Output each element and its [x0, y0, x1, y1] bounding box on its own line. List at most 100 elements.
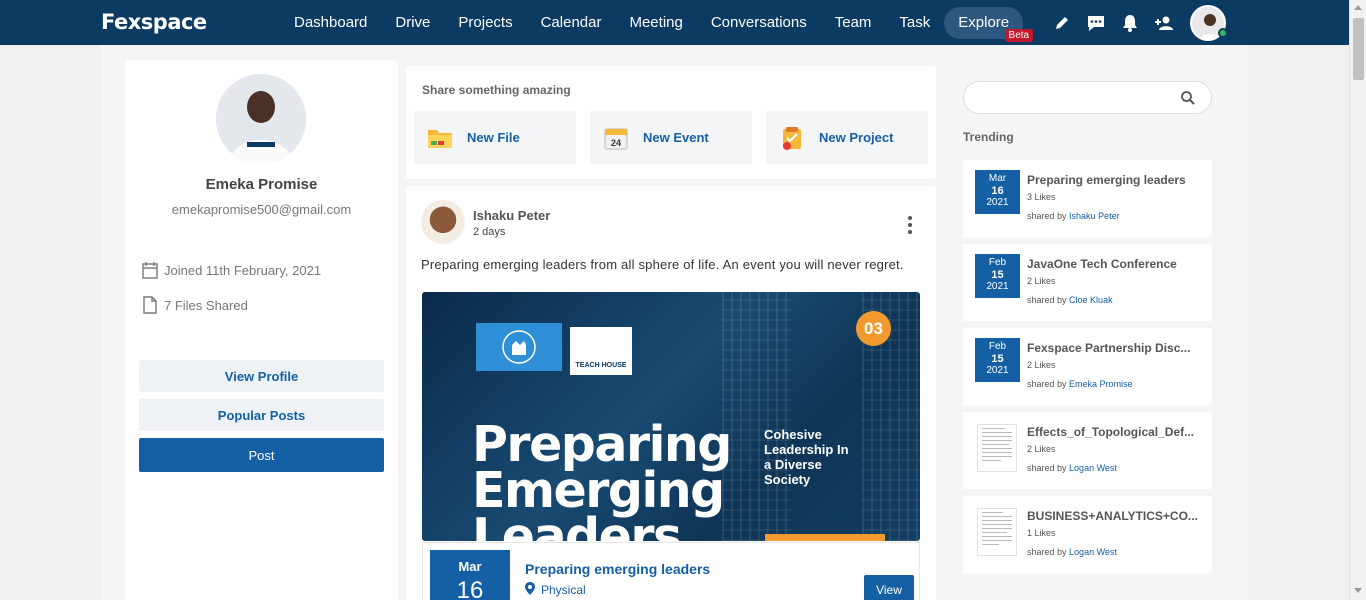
trending-item-title: Effects_of_Topological_Def...: [1027, 425, 1195, 439]
trending-item-title: JavaOne Tech Conference: [1027, 257, 1177, 271]
search-icon[interactable]: [1180, 90, 1196, 106]
popular-posts-button[interactable]: Popular Posts: [139, 399, 384, 431]
document-thumbnail: [977, 508, 1017, 556]
trending-item-author[interactable]: Cloe Kluak: [1069, 295, 1113, 305]
online-status-dot: [1218, 28, 1228, 38]
profile-files: 7 Files Shared: [139, 294, 248, 316]
shared-by-prefix: shared by: [1027, 463, 1067, 473]
post-text: Preparing emerging leaders from all sphe…: [421, 257, 904, 272]
trending-item[interactable]: Feb 15 2021 Fexspace Partnership Disc...…: [963, 328, 1212, 405]
trending-month: Mar: [988, 173, 1007, 184]
location-pin-icon: [525, 582, 535, 598]
trending-item-likes: 2 Likes: [1027, 276, 1056, 286]
trending-day: 15: [991, 353, 1004, 365]
image-subheadline: Cohesive Leadership In a Diverse Society: [764, 427, 849, 487]
trending-item-title: Preparing emerging leaders: [1027, 173, 1186, 187]
event-location-text: Physical: [541, 583, 586, 597]
nav-dashboard[interactable]: Dashboard: [280, 7, 381, 39]
shared-by-prefix: shared by: [1027, 211, 1067, 221]
scroll-down-arrow[interactable]: [1354, 588, 1362, 593]
new-event-option[interactable]: 24 New Event: [590, 111, 752, 164]
share-title: Share something amazing: [422, 83, 571, 97]
file-icon: [139, 294, 161, 316]
trending-year: 2021: [986, 365, 1009, 376]
nav-explore-label: Explore: [958, 13, 1010, 31]
trending-item-author[interactable]: Logan West: [1069, 547, 1117, 557]
new-file-label: New File: [467, 130, 520, 145]
bell-icon[interactable]: [1120, 13, 1140, 33]
folder-icon: [426, 124, 454, 152]
beta-badge: Beta: [1004, 28, 1034, 42]
nav-team[interactable]: Team: [821, 7, 886, 39]
trending-item[interactable]: BUSINESS+ANALYTICS+CO... 1 Likes shared …: [963, 496, 1212, 573]
top-actions: [1052, 0, 1174, 45]
post-time: 2 days: [473, 226, 506, 238]
top-navbar: Fexspace Dashboard Drive Projects Calend…: [0, 0, 1366, 45]
trending-item-title: BUSINESS+ANALYTICS+CO...: [1027, 509, 1198, 523]
shared-by-prefix: shared by: [1027, 295, 1067, 305]
calendar-icon-day: 24: [611, 138, 621, 148]
add-user-icon[interactable]: [1154, 13, 1174, 33]
trending-title: Trending: [963, 130, 1014, 144]
new-file-option[interactable]: New File: [414, 111, 576, 164]
image-logo-right: TEACH HOUSE: [570, 327, 632, 375]
pencil-icon[interactable]: [1052, 13, 1072, 33]
image-number-badge: 03: [856, 311, 891, 346]
event-date-block: Mar 16: [430, 550, 510, 600]
trending-item-shared-by: shared by Logan West: [1027, 463, 1117, 473]
profile-joined-text: Joined 11th February, 2021: [164, 262, 322, 278]
trending-date: Feb 15 2021: [975, 254, 1020, 298]
trending-item-author[interactable]: Logan West: [1069, 463, 1117, 473]
project-icon: [778, 124, 806, 152]
profile-avatar[interactable]: [216, 74, 306, 164]
shared-by-prefix: shared by: [1027, 379, 1067, 389]
event-title[interactable]: Preparing emerging leaders: [525, 561, 710, 577]
post-image[interactable]: TEACH HOUSE 03 Preparing Emerging Leader…: [422, 292, 920, 541]
brand-logo[interactable]: Fexspace: [101, 10, 207, 34]
nav-meeting[interactable]: Meeting: [615, 7, 696, 39]
nav-explore[interactable]: Explore Beta: [944, 6, 1034, 42]
calendar-icon: [139, 259, 161, 281]
new-project-label: New Project: [819, 130, 894, 145]
shared-by-prefix: shared by: [1027, 547, 1067, 557]
post-author-avatar[interactable]: [421, 200, 465, 244]
share-card: Share something amazing New File 24 New …: [406, 66, 936, 179]
trending-item-likes: 3 Likes: [1027, 192, 1056, 202]
scrollbar-thumb[interactable]: [1353, 18, 1364, 80]
trending-year: 2021: [986, 197, 1009, 208]
nav-conversations[interactable]: Conversations: [697, 7, 821, 39]
trending-item[interactable]: Feb 15 2021 JavaOne Tech Conference 2 Li…: [963, 244, 1212, 321]
trending-item-author[interactable]: Ishaku Peter: [1069, 211, 1120, 221]
post-author[interactable]: Ishaku Peter: [473, 208, 550, 223]
trending-item-title: Fexspace Partnership Disc...: [1027, 341, 1191, 355]
view-profile-button[interactable]: View Profile: [139, 360, 384, 392]
event-month: Mar: [458, 559, 482, 574]
page-scrollbar[interactable]: [1349, 0, 1366, 600]
image-accent-bar: [765, 534, 885, 541]
trending-date: Feb 15 2021: [975, 338, 1020, 382]
trending-item-likes: 2 Likes: [1027, 444, 1056, 454]
nav-projects[interactable]: Projects: [444, 7, 526, 39]
chat-icon[interactable]: [1086, 13, 1106, 33]
profile-email: emekapromise500@gmail.com: [171, 202, 352, 217]
image-logo-left: [476, 323, 562, 371]
scroll-up-arrow[interactable]: [1354, 5, 1362, 10]
event-strip: Mar 16 Preparing emerging leaders Physic…: [422, 542, 920, 600]
trending-month: Feb: [988, 341, 1007, 352]
trending-item[interactable]: Mar 16 2021 Preparing emerging leaders 3…: [963, 160, 1212, 237]
trending-item-shared-by: shared by Cloe Kluak: [1027, 295, 1113, 305]
trending-date: Mar 16 2021: [975, 170, 1020, 214]
new-event-label: New Event: [643, 130, 709, 145]
trending-item-author[interactable]: Emeka Promise: [1069, 379, 1133, 389]
nav-drive[interactable]: Drive: [381, 7, 444, 39]
event-view-button[interactable]: View: [864, 575, 914, 600]
new-project-option[interactable]: New Project: [766, 111, 928, 164]
more-options-icon[interactable]: [902, 216, 918, 234]
trending-item[interactable]: Effects_of_Topological_Def... 2 Likes sh…: [963, 412, 1212, 489]
trending-month: Feb: [988, 257, 1007, 268]
search-input[interactable]: [963, 81, 1212, 114]
nav-calendar[interactable]: Calendar: [527, 7, 616, 39]
profile-files-text: 7 Files Shared: [164, 297, 248, 313]
nav-task[interactable]: Task: [885, 7, 944, 39]
post-button[interactable]: Post: [139, 438, 384, 472]
